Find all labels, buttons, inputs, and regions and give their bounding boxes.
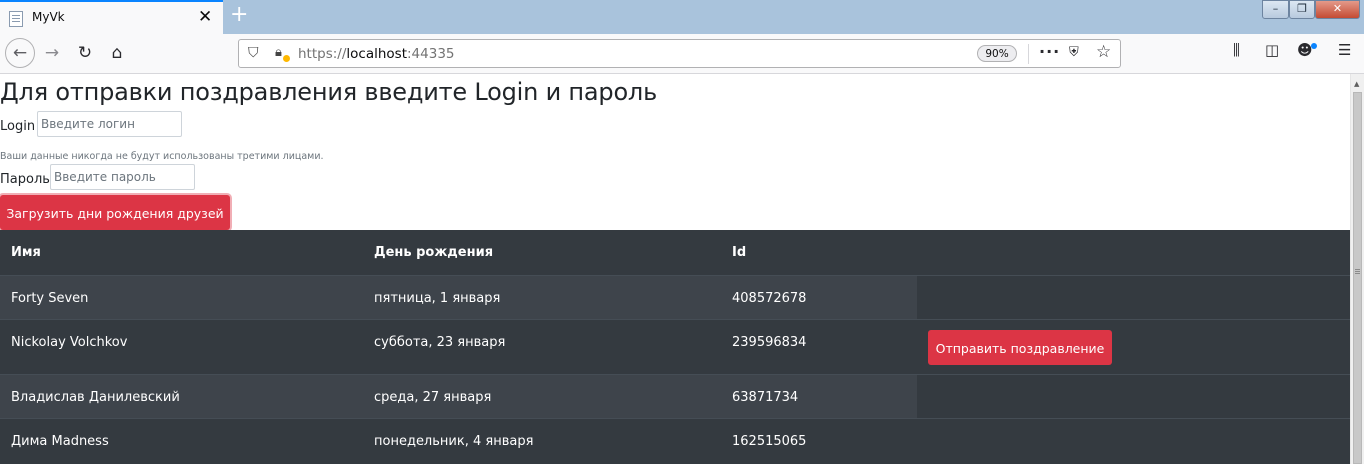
column-header-id: Id [732, 245, 747, 260]
pocket-icon[interactable]: ⛨ [1069, 45, 1079, 60]
account-badge-icon [1311, 43, 1317, 49]
page-title: Для отправки поздравления введите Login … [0, 78, 658, 106]
privacy-help-text: Ваши данные никогда не будут использован… [0, 151, 324, 162]
urlbar-divider [1028, 44, 1029, 64]
url-text[interactable]: https://localhost:44335 [298, 46, 455, 62]
table-row: Владислав Данилевский среда, 27 января 6… [0, 374, 1350, 418]
cell-name: Дима Madness [11, 434, 109, 449]
lock-warning-icon[interactable]: 🔒︎ [275, 45, 282, 60]
scrollbar-grip-icon [1355, 269, 1360, 270]
page-content: Для отправки поздравления введите Login … [0, 74, 1350, 464]
password-label: Пароль [0, 172, 50, 187]
window-minimize-button[interactable]: – [1262, 0, 1289, 19]
bookmark-star-icon[interactable]: ☆ [1096, 42, 1111, 62]
back-icon[interactable]: ← [5, 38, 35, 68]
cell-id: 239596834 [732, 335, 807, 350]
tab-close-icon[interactable]: ✕ [198, 7, 212, 27]
cell-id: 162515065 [732, 434, 807, 449]
zoom-indicator[interactable]: 90% [977, 45, 1017, 62]
send-greeting-button[interactable]: Отправить поздравление [928, 330, 1112, 365]
cell-name: Forty Seven [11, 291, 89, 306]
tab-title: MyVk [32, 10, 65, 24]
login-label: Login [0, 119, 36, 134]
scrollbar-thumb[interactable] [1353, 92, 1362, 464]
column-header-name: Имя [11, 245, 41, 260]
login-input[interactable] [37, 111, 182, 137]
cell-name: Владислав Данилевский [11, 390, 180, 405]
cell-id: 408572678 [732, 291, 807, 306]
browser-titlebar: MyVk ✕ + – ❐ ✕ [0, 0, 1364, 34]
friends-table: Имя День рождения Id Forty Seven пятница… [0, 230, 1350, 464]
cell-birthday: пятница, 1 января [374, 291, 501, 306]
menu-icon[interactable]: ☰ [1338, 41, 1351, 59]
scroll-up-icon[interactable]: ▲ [1354, 80, 1359, 88]
cell-birthday: суббота, 23 января [374, 335, 506, 350]
browser-navbar: ← → ↻ ⌂ ⛉ 🔒︎ https://localhost:44335 90%… [0, 34, 1364, 74]
table-row: Дима Madness понедельник, 4 января 16251… [0, 418, 1350, 464]
password-input[interactable] [50, 164, 195, 190]
vertical-scrollbar[interactable]: ▲ [1350, 74, 1364, 464]
url-bar[interactable]: ⛉ 🔒︎ https://localhost:44335 90% ··· ⛨ ☆ [238, 39, 1121, 68]
window-close-button[interactable]: ✕ [1315, 0, 1360, 19]
browser-tab[interactable]: MyVk ✕ [0, 0, 223, 34]
reload-icon[interactable]: ↻ [71, 39, 99, 67]
sidebar-icon[interactable]: ◫ [1265, 41, 1279, 59]
cell-id: 63871734 [732, 390, 799, 405]
shield-icon[interactable]: ⛉ [248, 45, 259, 61]
warning-badge-icon [283, 55, 290, 62]
forward-icon[interactable]: → [38, 39, 66, 67]
cell-birthday: среда, 27 января [374, 390, 492, 405]
cell-birthday: понедельник, 4 января [374, 434, 534, 449]
cell-name: Nickolay Volchkov [11, 335, 128, 350]
new-tab-icon[interactable]: + [230, 2, 248, 28]
load-birthdays-button[interactable]: Загрузить дни рождения друзей [0, 195, 230, 230]
table-row: Forty Seven пятница, 1 января 408572678 [0, 275, 1350, 319]
library-icon[interactable]: ⫼ [1233, 41, 1240, 59]
table-header: Имя День рождения Id [0, 230, 1350, 275]
column-header-birthday: День рождения [374, 245, 494, 260]
page-favicon-icon [9, 11, 23, 27]
window-maximize-button[interactable]: ❐ [1289, 0, 1315, 19]
account-icon[interactable]: ☻ [1297, 41, 1313, 59]
home-icon[interactable]: ⌂ [103, 39, 131, 67]
table-row: Nickolay Volchkov суббота, 23 января 239… [0, 319, 1350, 374]
page-actions-icon[interactable]: ··· [1039, 42, 1060, 61]
